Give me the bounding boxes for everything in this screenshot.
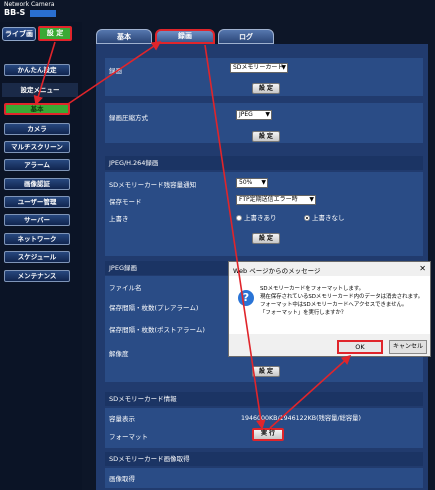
dialog-body: ? SDメモリーカードをフォーマットします。 現在保存されているSDメモリーカー… [229,276,430,334]
dialog-title: Web ページからのメッセージ [233,267,321,275]
question-icon: ? [238,290,254,306]
compression-set-button[interactable]: 設 定 [252,131,280,142]
tab-recording[interactable]: 録画 [155,29,215,44]
recording-set-button[interactable]: 設 定 [252,83,280,94]
live-view-button[interactable]: ライブ画 [2,27,36,41]
ok-button[interactable]: OK [337,340,383,354]
overwrite-on-radio[interactable]: 上書きあり [236,212,277,222]
tab-log[interactable]: ログ [218,29,274,44]
post-alarm-label: 保存間隔・枚数(ポストアラーム) [109,326,205,334]
overwrite-off-radio[interactable]: 上書きなし [304,212,345,222]
dialog-line-1: SDメモリーカードをフォーマットします。 [260,286,365,292]
save-mode-value: FTP定期送信エラー時 [239,196,298,203]
sd-info-section: SDメモリーカード情報 [105,392,423,406]
chevron-down-icon: ▼ [265,111,270,118]
save-mode-select[interactable]: FTP定期送信エラー時 ▼ [236,195,316,205]
dialog-line-3: フォーマット中はSDメモリーカードへアクセスできません。 [260,302,408,308]
sidebar-item-camera[interactable]: カメラ [4,123,70,135]
sidebar-item-user-management[interactable]: ユーザー管理 [4,196,70,208]
confirm-dialog: Web ページからのメッセージ ✕ ? SDメモリーカードをフォーマットします。… [228,261,431,357]
sidebar-item-network[interactable]: ネットワーク [4,233,70,245]
model-highlight [30,10,56,17]
settings-menu-header: 設定メニュー [2,83,78,97]
image-retrieve-label: 画像取得 [109,475,135,483]
save-mode-label: 保存モード [109,198,142,206]
brand-label: Network Camera [4,1,55,8]
pre-alarm-label: 保存間隔・枚数(プレアラーム) [109,304,199,312]
overwrite-on-label: 上書きあり [244,214,277,222]
capacity-label: 容量表示 [109,415,135,423]
jpeg-rec-set-button[interactable]: 設 定 [252,366,280,377]
chevron-down-icon: ▼ [261,179,266,186]
compression-label: 録画圧縮方式 [109,114,148,122]
dialog-line-4: 「フォーマット」を実行しますか？ [260,310,347,316]
overwrite-label: 上書き [109,215,129,223]
sidebar-item-schedule[interactable]: スケジュール [4,251,70,263]
jpeg-h264-section: JPEG/H.264録画 [105,156,423,170]
jpeg-h264-set-button[interactable]: 設 定 [252,233,280,244]
sidebar-item-server[interactable]: サーバー [4,214,70,226]
sidebar-item-multiscreen[interactable]: マルチスクリーン [4,141,70,153]
format-execute-button[interactable]: 実 行 [252,428,284,441]
filename-label: ファイル名 [109,284,142,292]
cancel-button[interactable]: キャンセル [389,340,427,354]
capacity-value: 1946000KB/1946122KB(残容量/総容量) [241,415,361,422]
settings-button[interactable]: 設 定 [38,26,72,41]
sidebar-item-maintenance[interactable]: メンテナンス [4,270,70,282]
close-icon[interactable]: ✕ [419,264,426,273]
radio-selected-icon [304,215,310,221]
model-label: BB-S [4,8,26,17]
sidebar-item-image-auth[interactable]: 画像認証 [4,178,70,190]
sd-remaining-value: 50% [239,179,253,186]
resolution-label: 解像度 [109,350,129,358]
tab-basic[interactable]: 基本 [96,29,152,44]
sidebar-item-alarm[interactable]: アラーム [4,159,70,171]
compression-select[interactable]: JPEG ▼ [236,110,272,120]
recording-select[interactable]: SDメモリーカード ▼ [230,63,288,73]
chevron-down-icon: ▼ [281,64,286,71]
chevron-down-icon: ▼ [309,196,314,203]
radio-icon [236,215,242,221]
sd-remaining-label: SDメモリーカード残容量通知 [109,181,197,189]
sd-image-section: SDメモリーカード画像取得 [105,452,423,466]
recording-value: SDメモリーカード [233,64,284,71]
compression-value: JPEG [239,111,253,118]
overwrite-off-label: 上書きなし [312,214,345,222]
dialog-line-2: 現在保存されているSDメモリーカード内のデータは消去されます。 [260,294,424,300]
sd-remaining-select[interactable]: 50% ▼ [236,178,268,188]
format-label: フォーマット [109,433,148,441]
sd-image-row: 画像取得 [105,468,423,488]
recording-label: 録画 [109,67,122,75]
easy-setup-button[interactable]: かんたん設定 [4,64,70,76]
sidebar-item-basic[interactable]: 基本 [4,103,70,115]
header: Network Camera BB-S [0,0,435,22]
